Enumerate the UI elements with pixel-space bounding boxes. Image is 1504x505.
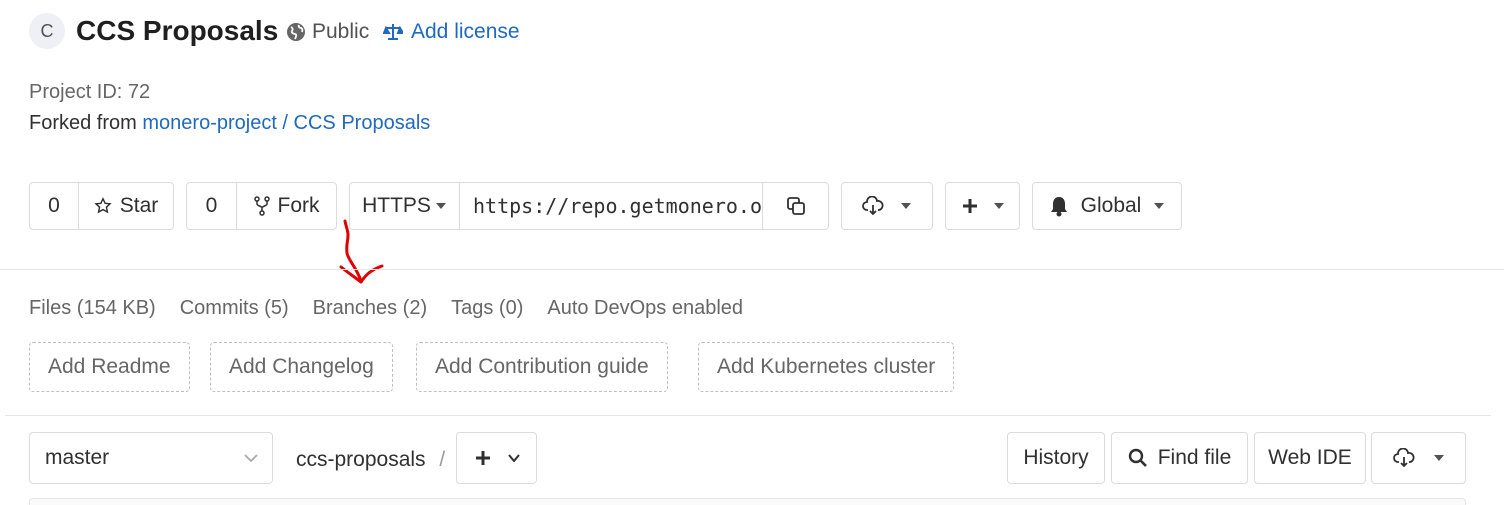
breadcrumb-separator: / xyxy=(439,448,446,471)
web-ide-button[interactable]: Web IDE xyxy=(1254,432,1366,484)
download-dropdown-tree[interactable] xyxy=(1371,432,1466,484)
history-button[interactable]: History xyxy=(1007,432,1105,484)
add-contribution-guide-button[interactable]: Add Contribution guide xyxy=(416,342,668,392)
copy-icon xyxy=(786,196,806,216)
project-id: Project ID: 72 xyxy=(29,81,151,103)
download-dropdown[interactable] xyxy=(841,182,933,230)
fork-button-group: 0 Fork xyxy=(186,182,337,230)
chevron-down-icon xyxy=(244,453,258,463)
protocol-label: HTTPS xyxy=(362,194,431,217)
plus-icon xyxy=(961,197,979,215)
find-file-button[interactable]: Find file xyxy=(1111,432,1248,484)
divider xyxy=(0,269,1504,270)
project-avatar: C xyxy=(29,13,65,49)
notification-label: Global xyxy=(1080,194,1142,217)
scale-icon xyxy=(383,22,403,42)
visibility-label: Public xyxy=(312,20,370,43)
project-title: CCS Proposals xyxy=(76,15,279,46)
clone-url-group: HTTPS https://repo.getmonero.org/monero-… xyxy=(349,182,829,230)
star-button[interactable]: Star xyxy=(78,183,173,229)
add-license-link[interactable]: Add license xyxy=(383,19,520,45)
add-license-label: Add license xyxy=(411,20,520,43)
chevron-down-icon xyxy=(993,202,1005,210)
caret-down-icon xyxy=(1153,202,1165,210)
branch-label: master xyxy=(45,446,110,469)
breadcrumb: ccs-proposals / xyxy=(296,446,445,474)
annotation-arrow xyxy=(336,218,392,298)
cloud-download-icon xyxy=(862,196,884,216)
add-to-tree-dropdown[interactable] xyxy=(456,432,537,484)
add-kubernetes-cluster-button[interactable]: Add Kubernetes cluster xyxy=(698,342,955,392)
fork-count[interactable]: 0 xyxy=(187,183,236,229)
copy-url-button[interactable] xyxy=(762,183,828,229)
chevron-down-icon xyxy=(1433,454,1445,462)
stat-tags[interactable]: Tags (0) xyxy=(451,294,523,322)
chevron-down-icon xyxy=(900,202,912,210)
stat-commits[interactable]: Commits (5) xyxy=(180,294,289,322)
forked-from-link[interactable]: monero-project / CCS Proposals xyxy=(142,112,430,134)
stat-files[interactable]: Files (154 KB) xyxy=(29,294,156,322)
new-item-dropdown[interactable] xyxy=(945,182,1020,230)
star-label: Star xyxy=(119,194,159,217)
file-list-table xyxy=(29,498,1466,505)
forked-from-label: Forked from xyxy=(29,112,137,134)
bell-icon xyxy=(1049,195,1069,217)
notification-dropdown[interactable]: Global xyxy=(1032,182,1182,230)
cloud-download-icon xyxy=(1392,448,1415,468)
star-count[interactable]: 0 xyxy=(30,183,78,229)
star-icon xyxy=(94,197,112,215)
star-button-group: 0 Star xyxy=(29,182,174,230)
project-stats: Files (154 KB) Commits (5) Branches (2) … xyxy=(29,294,743,322)
visibility-badge: Public xyxy=(286,19,369,45)
caret-down-icon xyxy=(435,202,447,210)
fork-icon xyxy=(253,196,270,216)
globe-icon xyxy=(286,22,306,42)
forked-from: Forked from monero-project / CCS Proposa… xyxy=(29,110,430,136)
stat-auto-devops[interactable]: Auto DevOps enabled xyxy=(547,294,743,322)
fork-label: Fork xyxy=(277,194,320,217)
clone-url-input[interactable]: https://repo.getmonero.org/monero-projec… xyxy=(459,183,762,229)
find-file-label: Find file xyxy=(1157,446,1232,469)
search-icon xyxy=(1128,448,1148,468)
add-readme-button[interactable]: Add Readme xyxy=(29,342,190,392)
fork-button[interactable]: Fork xyxy=(236,183,336,229)
branch-selector[interactable]: master xyxy=(29,432,273,484)
stat-branches[interactable]: Branches (2) xyxy=(313,294,428,322)
add-changelog-button[interactable]: Add Changelog xyxy=(210,342,393,392)
divider xyxy=(5,415,1491,416)
breadcrumb-root[interactable]: ccs-proposals xyxy=(296,448,426,471)
chevron-down-icon xyxy=(507,454,520,462)
plus-icon xyxy=(474,449,492,467)
